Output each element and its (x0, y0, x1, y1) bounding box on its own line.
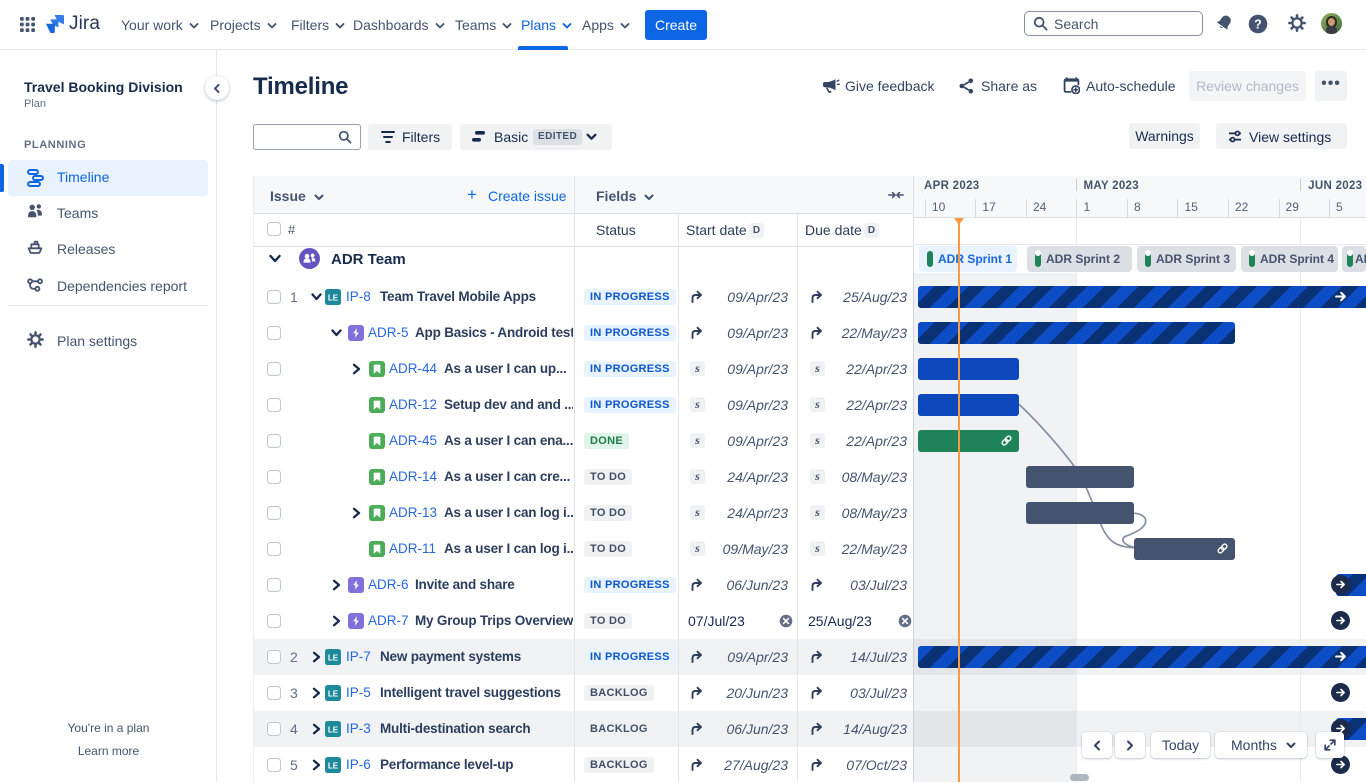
svg-text:LE: LE (328, 653, 339, 662)
svg-text:LE: LE (328, 761, 339, 770)
svg-text:LE: LE (328, 689, 339, 698)
svg-text:LE: LE (328, 293, 339, 302)
svg-text:LE: LE (328, 725, 339, 734)
svg-text:?: ? (1254, 18, 1262, 32)
